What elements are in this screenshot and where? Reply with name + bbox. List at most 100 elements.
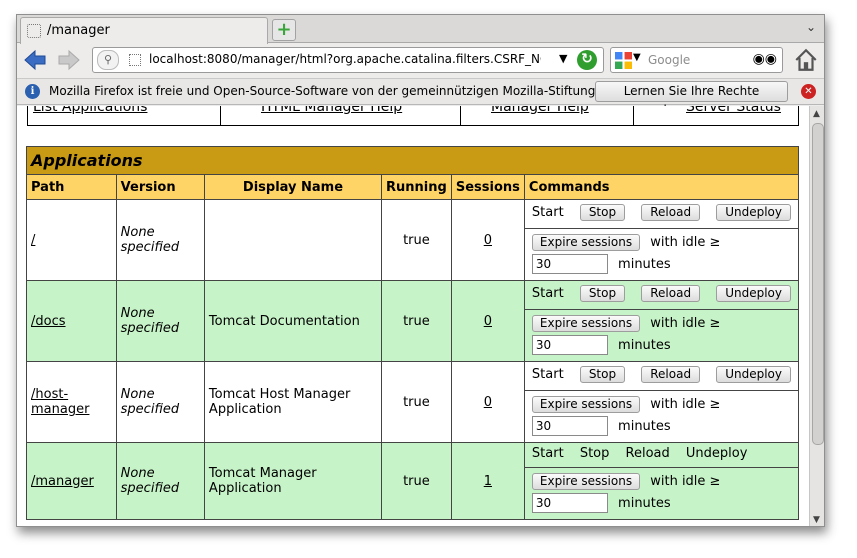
tab-title: /manager: [47, 23, 110, 38]
scroll-up-icon[interactable]: ▲: [813, 109, 820, 119]
html-manager-help-link[interactable]: HTML Manager Help: [261, 106, 402, 115]
header-running: Running: [381, 174, 452, 200]
running-cell: true: [381, 280, 452, 362]
site-identity-icon[interactable]: ⚲: [97, 50, 119, 70]
reload-button[interactable]: Reload: [641, 285, 701, 302]
stop-button[interactable]: Stop: [579, 204, 626, 221]
undeploy-button[interactable]: Undeploy: [716, 285, 791, 302]
page-icon: [27, 24, 41, 38]
vertical-scrollbar[interactable]: ▲ ▼: [809, 106, 824, 526]
minutes-label: minutes: [618, 338, 671, 353]
binoculars-icon[interactable]: ◉◉: [753, 51, 777, 67]
start-label: Start: [531, 205, 564, 220]
idle-label: with idle ≥: [650, 397, 721, 412]
reload-button[interactable]: Reload: [641, 204, 701, 221]
sessions-link[interactable]: 0: [484, 233, 492, 248]
expire-sessions-button[interactable]: Expire sessions: [531, 234, 641, 251]
expire-sessions-button[interactable]: Expire sessions: [531, 315, 641, 332]
sessions-cell: 0: [450, 280, 525, 362]
undeploy-label: Undeploy: [685, 446, 748, 461]
idle-label: with idle ≥: [650, 316, 721, 331]
tab-list-chevron-icon[interactable]: ⌄: [806, 20, 816, 34]
server-status-link[interactable]: Server Status: [686, 106, 781, 115]
expire-sessions-button[interactable]: Expire sessions: [531, 396, 641, 413]
undeploy-button[interactable]: Undeploy: [716, 366, 791, 383]
url-bar[interactable]: ⚲ localhost:8080/manager/html?org.apache…: [92, 47, 604, 73]
new-tab-button[interactable]: +: [272, 19, 296, 41]
list-applications-link[interactable]: List Applications: [33, 106, 147, 115]
tab-strip: /manager + ⌄: [17, 15, 824, 44]
idle-minutes-input[interactable]: [531, 254, 608, 274]
home-icon[interactable]: [793, 47, 819, 73]
version-cell: None specified: [115, 442, 205, 520]
table-row: / None specified true 0 Start Stop Reloa…: [26, 199, 800, 281]
idle-label: with idle ≥: [650, 474, 721, 489]
start-label: Start: [531, 286, 564, 301]
applications-title: Applications: [26, 146, 799, 175]
manager-nav-table: List Applications HTML Manager Help Mana…: [27, 106, 799, 126]
page-content: List Applications HTML Manager Help Mana…: [17, 106, 809, 526]
scrollbar-thumb[interactable]: [812, 123, 824, 445]
url-text[interactable]: localhost:8080/manager/html?org.apache.c…: [149, 52, 541, 66]
idle-minutes-input[interactable]: [531, 416, 608, 436]
header-version: Version: [115, 174, 205, 200]
table-row: /docs None specified Tomcat Documentatio…: [26, 280, 800, 362]
nav-cell: Manager Help: [461, 106, 634, 125]
display-name-cell: Tomcat Documentation: [203, 280, 383, 362]
table-row: /manager None specified Tomcat Manager A…: [26, 442, 800, 520]
search-engine-chevron-icon[interactable]: ▼: [633, 52, 641, 63]
path-cell: /: [26, 199, 117, 281]
app-path-link[interactable]: /host-manager: [31, 387, 89, 417]
sessions-cell: 0: [450, 199, 525, 281]
google-icon[interactable]: [615, 52, 632, 69]
applications-table: Applications Path Version Display Name R…: [26, 146, 800, 520]
stop-button[interactable]: Stop: [579, 285, 626, 302]
reload-icon[interactable]: ↻: [577, 50, 597, 70]
idle-minutes-input[interactable]: [531, 335, 608, 355]
stop-button[interactable]: Stop: [579, 366, 626, 383]
start-label: Start: [531, 446, 564, 461]
reload-button[interactable]: Reload: [641, 366, 701, 383]
display-name-cell: Tomcat Host Manager Application: [203, 361, 383, 443]
header-display-name: Display Name: [203, 174, 383, 200]
minutes-label: minutes: [618, 496, 671, 511]
nav-cell: List Applications: [28, 106, 221, 125]
app-path-link[interactable]: /: [31, 233, 35, 248]
notification-message: Mozilla Firefox ist freie und Open-Sourc…: [49, 84, 600, 98]
notification-bar: i Mozilla Firefox ist freie und Open-Sou…: [17, 78, 824, 117]
expire-sessions-button[interactable]: Expire sessions: [531, 473, 641, 490]
stop-label: Stop: [579, 446, 610, 461]
idle-label: with idle ≥: [650, 235, 721, 250]
header-path: Path: [26, 174, 117, 200]
header-sessions: Sessions: [450, 174, 525, 200]
sessions-link[interactable]: 1: [484, 474, 492, 489]
display-name-cell: [203, 199, 383, 281]
sessions-link[interactable]: 0: [484, 395, 492, 410]
learn-rights-button[interactable]: Lernen Sie Ihre Rechte kennen…: [595, 81, 788, 117]
url-history-chevron-icon[interactable]: ▼: [559, 52, 567, 65]
manager-help-link[interactable]: Manager Help: [491, 106, 589, 115]
version-cell: None specified: [115, 361, 205, 443]
close-icon[interactable]: ✕: [801, 84, 816, 99]
sessions-link[interactable]: 0: [484, 314, 492, 329]
search-bar[interactable]: ▼ Google ◉◉: [610, 47, 783, 73]
undeploy-button[interactable]: Undeploy: [716, 204, 791, 221]
tab-manager[interactable]: /manager: [20, 17, 268, 44]
sessions-cell: 0: [450, 361, 525, 443]
path-cell: /host-manager: [26, 361, 117, 443]
search-placeholder[interactable]: Google: [648, 53, 690, 67]
back-arrow-icon[interactable]: [23, 48, 47, 72]
running-cell: true: [381, 442, 452, 520]
start-label: Start: [531, 367, 564, 382]
minutes-label: minutes: [618, 257, 671, 272]
running-cell: true: [381, 199, 452, 281]
app-path-link[interactable]: /manager: [31, 474, 94, 489]
app-path-link[interactable]: /docs: [31, 314, 66, 329]
path-cell: /manager: [26, 442, 117, 520]
commands-cell: Start Stop Reload Undeploy Expire sessio…: [523, 280, 800, 362]
scroll-down-icon[interactable]: ▼: [813, 515, 820, 525]
idle-minutes-input[interactable]: [531, 493, 608, 513]
info-icon: i: [25, 84, 40, 99]
forward-arrow-icon[interactable]: [57, 48, 81, 72]
reload-label: Reload: [625, 446, 670, 461]
